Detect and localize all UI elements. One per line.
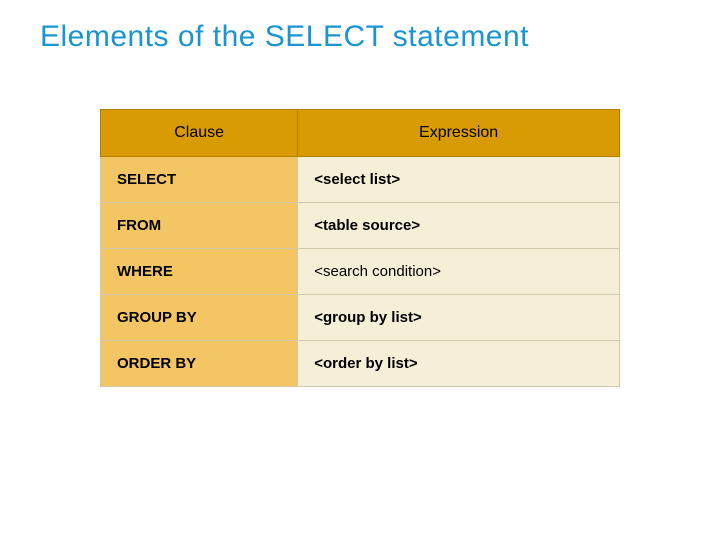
cell-expression: <order by list> bbox=[298, 341, 620, 387]
cell-expression: <table source> bbox=[298, 203, 620, 249]
table-row: ORDER BY <order by list> bbox=[101, 341, 620, 387]
cell-expression: <select list> bbox=[298, 157, 620, 203]
table-row: WHERE <search condition> bbox=[101, 249, 620, 295]
cell-clause: FROM bbox=[101, 203, 298, 249]
table-header-row: Clause Expression bbox=[101, 110, 620, 157]
header-expression: Expression bbox=[298, 110, 620, 157]
cell-clause: WHERE bbox=[101, 249, 298, 295]
table-container: Clause Expression SELECT <select list> F… bbox=[40, 109, 680, 387]
cell-clause: GROUP BY bbox=[101, 295, 298, 341]
table-row: SELECT <select list> bbox=[101, 157, 620, 203]
table-row: FROM <table source> bbox=[101, 203, 620, 249]
cell-clause: ORDER BY bbox=[101, 341, 298, 387]
table-row: GROUP BY <group by list> bbox=[101, 295, 620, 341]
page-title: Elements of the SELECT statement bbox=[40, 20, 680, 54]
header-clause: Clause bbox=[101, 110, 298, 157]
cell-expression: <group by list> bbox=[298, 295, 620, 341]
cell-clause: SELECT bbox=[101, 157, 298, 203]
select-elements-table: Clause Expression SELECT <select list> F… bbox=[100, 109, 620, 387]
cell-expression: <search condition> bbox=[298, 249, 620, 295]
